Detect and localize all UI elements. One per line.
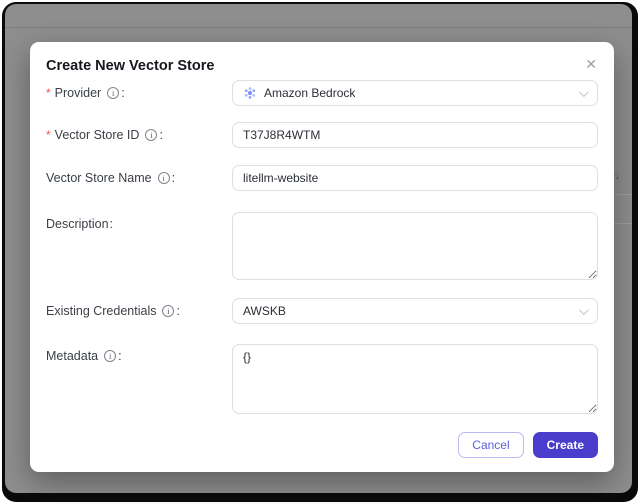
field-row-existing-credentials: Existing Credentials i : AWSKB	[46, 298, 598, 324]
description-textarea[interactable]	[232, 212, 598, 280]
provider-label: * Provider i :	[46, 86, 125, 100]
create-vector-store-modal: ✕ Create New Vector Store * Provider i :	[30, 42, 614, 472]
modal-form: * Provider i : Amazon Bedrock * Vector S…	[30, 75, 614, 414]
info-icon[interactable]: i	[162, 305, 175, 317]
field-row-metadata: Metadata i : {}	[46, 344, 598, 414]
metadata-label: Metadata i :	[46, 349, 122, 363]
provider-select-value: Amazon Bedrock	[264, 86, 356, 100]
info-icon[interactable]: i	[104, 350, 117, 362]
existing-credentials-select[interactable]: AWSKB	[232, 298, 598, 324]
info-icon[interactable]: i	[145, 129, 158, 141]
app-window: ↑↓ se ✕ Create New Vector Store * Provid…	[2, 2, 638, 502]
vector-store-id-input[interactable]	[232, 122, 598, 148]
required-asterisk: *	[46, 86, 51, 100]
metadata-textarea[interactable]: {}	[232, 344, 598, 414]
close-icon[interactable]: ✕	[583, 55, 599, 73]
field-row-provider: * Provider i : Amazon Bedrock	[46, 80, 598, 106]
vector-store-name-label: Vector Store Name i :	[46, 171, 176, 185]
modal-title: Create New Vector Store	[46, 58, 215, 74]
field-row-description: Description :	[46, 212, 598, 280]
existing-credentials-select-value: AWSKB	[243, 304, 286, 318]
vector-store-name-input[interactable]	[232, 165, 598, 191]
required-asterisk: *	[46, 128, 51, 142]
chevron-down-icon	[578, 87, 589, 98]
info-icon[interactable]: i	[107, 87, 120, 99]
modal-header: Create New Vector Store	[30, 42, 614, 75]
info-icon[interactable]: i	[157, 172, 170, 184]
modal-footer: Cancel Create	[458, 432, 598, 458]
provider-select[interactable]: Amazon Bedrock	[232, 80, 598, 106]
chevron-down-icon	[578, 305, 589, 316]
vector-store-id-label: * Vector Store ID i :	[46, 128, 163, 142]
field-row-vector-store-id: * Vector Store ID i :	[46, 122, 598, 148]
description-label: Description :	[46, 217, 114, 231]
existing-credentials-label: Existing Credentials i :	[46, 304, 180, 318]
cancel-button[interactable]: Cancel	[458, 432, 524, 458]
bedrock-icon	[243, 86, 257, 100]
field-row-vector-store-name: Vector Store Name i :	[46, 165, 598, 191]
background-navbar-divider	[5, 27, 632, 28]
create-button[interactable]: Create	[532, 432, 598, 458]
